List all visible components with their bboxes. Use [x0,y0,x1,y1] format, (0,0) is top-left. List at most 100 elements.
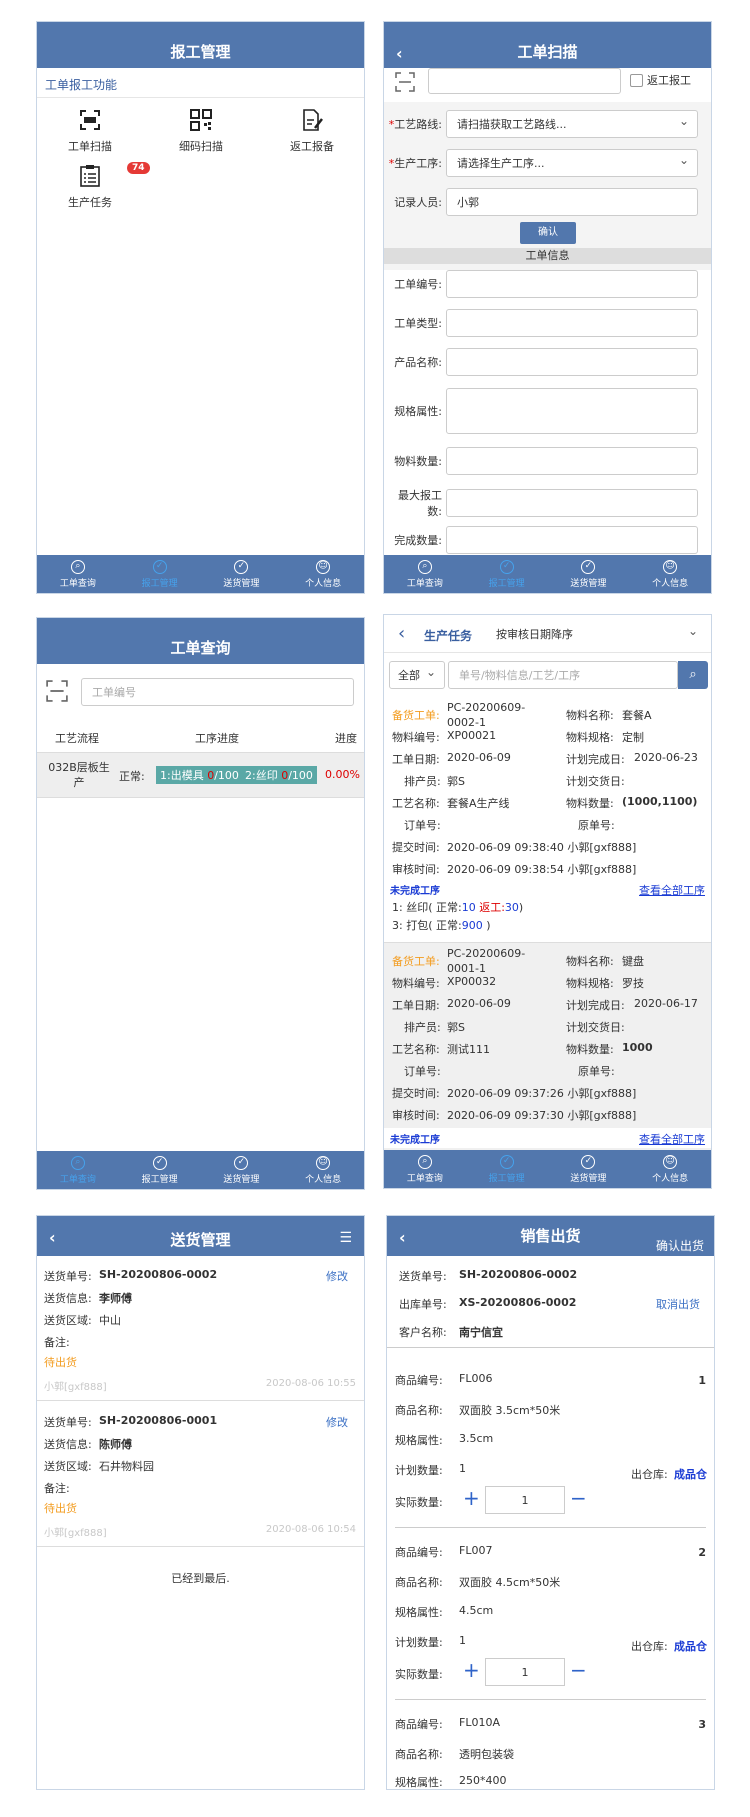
check-circle-icon: ✓ [234,559,249,574]
timestamp: 2020-08-06 10:55 [265,1378,356,1389]
filter-select[interactable]: 全部 [389,661,445,689]
tab-delivery-management[interactable]: ✓ 送货管理 [201,555,283,593]
goods-name: 透明包装袋 [459,1748,514,1761]
back-icon[interactable]: ‹ [49,1228,56,1247]
field-label: 备货工单: [392,709,440,722]
goods-index: 2 [698,1546,706,1559]
material-qty-input[interactable] [446,447,698,475]
tab-profile[interactable]: ☺ 个人信息 [282,1151,364,1189]
view-all-process-link[interactable]: 查看全部工序 [639,882,705,898]
tab-profile[interactable]: ☺ 个人信息 [629,555,711,593]
edit-link[interactable]: 修改 [326,1414,348,1430]
user-icon: ☺ [316,1155,331,1170]
field-label: 排产员: [404,1021,441,1034]
tab-order-query[interactable]: ⌕ 工单查询 [384,555,466,593]
route-select[interactable]: 请扫描获取工艺路线... [446,110,698,138]
delivery-item[interactable]: 送货单号: SH-20200806-0001 修改 送货信息: 陈师傅 送货区域… [37,1402,364,1547]
tab-order-query[interactable]: ⌕ 工单查询 [37,555,119,593]
field-label: 送货信息: [44,1438,92,1451]
tab-order-query[interactable]: ⌕ 工单查询 [37,1151,119,1189]
qty-input[interactable]: 1 [485,1658,565,1686]
field-label: 商品名称: [395,1576,443,1589]
field-label: 工单日期: [392,999,440,1012]
plus-icon[interactable]: + [463,1658,480,1682]
recorder-input[interactable]: 小郭 [446,188,698,216]
panel-order-query: 工单查询 工单编号 工艺流程 工序进度 进度 032B层板生产 正常: 1:出模… [36,617,365,1190]
back-icon[interactable]: ‹ [398,623,405,644]
field-label: 商品名称: [395,1748,443,1761]
process-select[interactable]: 请选择生产工序... [446,149,698,177]
func-rework-report[interactable]: 返工报备 [277,108,347,154]
field-label: 订单号: [404,1065,441,1078]
field-label: 原单号: [578,1065,615,1078]
table-row[interactable]: 032B层板生产 正常: 1:出模具 0/100 2:丝印 0/100 0.00… [37,752,364,798]
tab-delivery-management[interactable]: ✓ 送货管理 [548,555,630,593]
tab-report-management[interactable]: ✓ 报工管理 [466,555,548,593]
search-button[interactable]: ⌕ [678,661,708,689]
rework-checkbox[interactable]: 返工报工 [630,72,691,88]
scheduler: 郭S [447,775,465,788]
plus-icon[interactable]: + [463,1486,480,1510]
cancel-delivery-link[interactable]: 取消出货 [656,1296,700,1312]
search-icon: ⌕ [417,559,432,574]
header: 报工管理 [37,22,364,68]
spec-textarea[interactable] [446,388,698,434]
sort-select[interactable]: 按审核日期降序 [486,621,706,647]
tab-report-management[interactable]: ✓ 报工管理 [119,555,201,593]
tab-delivery-management[interactable]: ✓ 送货管理 [201,1151,283,1189]
material-no: XP00032 [447,975,497,988]
delivery-item[interactable]: 送货单号: SH-20200806-0002 修改 送货信息: 李师傅 送货区域… [37,1256,364,1401]
qty-input[interactable]: 1 [485,1486,565,1514]
task-header: ‹ 生产任务 按审核日期降序 [384,615,711,653]
page-title: 工单扫描 [517,42,578,61]
header: ‹ 工单扫描 [384,22,711,68]
process-label: 生产工序: [394,157,442,170]
minus-icon[interactable]: − [570,1658,587,1682]
planned-qty: 1 [459,1462,466,1475]
func-scan-order[interactable]: 工单扫描 [55,108,125,154]
task-card[interactable]: 备货工单: PC-20200609- 0002-1 物料名称: 套餐A 物料编号:… [384,695,711,940]
tab-profile[interactable]: ☺ 个人信息 [282,555,364,593]
scan-icon[interactable] [46,680,68,702]
tab-order-query[interactable]: ⌕ 工单查询 [384,1150,466,1188]
tab-profile[interactable]: ☺ 个人信息 [629,1150,711,1188]
order-no-search-input[interactable]: 工单编号 [81,678,354,706]
view-all-process-link[interactable]: 查看全部工序 [639,1131,705,1147]
unfinished-title: 未完成工序 [390,886,440,897]
field-label: 工单日期: [392,753,440,766]
order-type-input[interactable] [446,309,698,337]
document-edit-icon [303,109,323,131]
menu-icon[interactable]: ☰ [339,1230,352,1246]
field-label: 物料数量: [566,797,614,810]
delivery-area: 中山 [99,1314,121,1327]
func-code-scan[interactable]: 细码扫描 [166,108,236,154]
warehouse[interactable]: 成品仓 [674,1638,707,1654]
minus-icon[interactable]: − [570,1486,587,1510]
progress-percent: 0.00% [325,768,360,781]
edit-link[interactable]: 修改 [326,1268,348,1284]
tab-report-management[interactable]: ✓ 报工管理 [119,1151,201,1189]
field-label: 排产员: [404,775,441,788]
warehouse[interactable]: 成品仓 [674,1466,707,1482]
panel-order-scan: ‹工单扫描 返工报工 *工艺路线:请扫描获取工艺路线... *生产工序:请选择生… [383,21,712,594]
product-name-input[interactable] [446,348,698,376]
tab-report-management[interactable]: ✓ 报工管理 [466,1150,548,1188]
material-spec: 罗技 [622,977,644,990]
max-report-input[interactable] [446,489,698,517]
back-icon[interactable]: ‹ [396,44,403,63]
keyword-search-input[interactable]: 单号/物料信息/工艺/工序 [448,661,678,689]
confirm-button[interactable]: 确认 [520,222,576,244]
scan-input[interactable] [428,68,621,94]
order-no-input[interactable] [446,270,698,298]
func-production-task[interactable]: 生产任务 74 [55,162,150,210]
func-label: 细码扫描 [179,140,223,153]
task-card[interactable]: 备货工单: PC-20200609- 0001-1 物料名称: 键盘 物料编号: … [384,942,711,1152]
tab-delivery-management[interactable]: ✓ 送货管理 [548,1150,630,1188]
scan-icon[interactable] [395,72,415,92]
unfinished-process-1: 1: 丝印( 正常:10 返工:30) [392,901,524,914]
confirm-delivery-button[interactable]: 确认出货 [656,1237,704,1254]
search-icon: ⌕ [417,1154,432,1169]
back-icon[interactable]: ‹ [399,1228,406,1247]
done-qty-input[interactable] [446,526,698,554]
field-label: 订单号: [404,819,441,832]
